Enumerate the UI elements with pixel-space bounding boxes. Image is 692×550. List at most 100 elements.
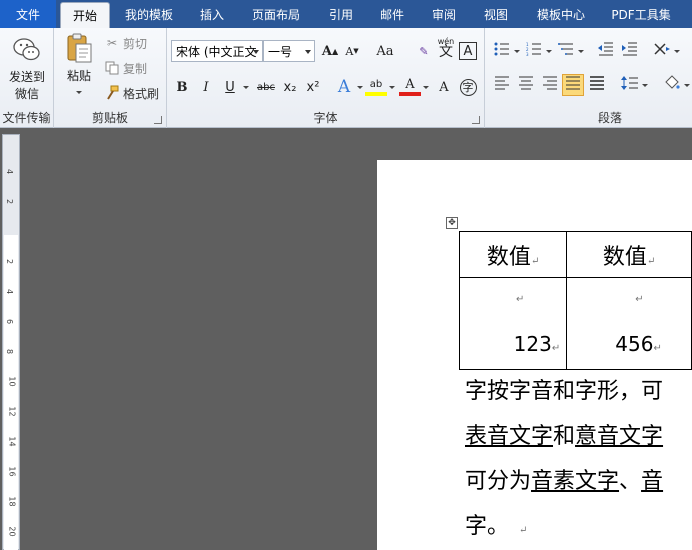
table-row: ↵ 123↵ ↵ 456↵ — [458, 277, 692, 370]
send-to-wechat-button[interactable]: 发送到 微信 — [6, 36, 48, 103]
bold-button[interactable]: B — [171, 76, 193, 98]
font-color-button[interactable]: A — [399, 76, 421, 96]
format-painter-label: 格式刷 — [123, 86, 160, 101]
ruler-number: 4 — [5, 168, 15, 175]
paragraph-mark: ↵ — [530, 255, 540, 267]
paste-button[interactable]: 粘贴 — [62, 32, 96, 94]
highlight-dropdown-arrow[interactable] — [389, 86, 395, 89]
tab-pdf-tools-label: PDF工具集 — [611, 7, 671, 22]
tab-insert[interactable]: 插入 — [188, 0, 236, 28]
shrink-font-glyph: A — [345, 44, 354, 58]
font-name-dropdown-arrow[interactable] — [253, 50, 259, 54]
subscript-glyph: x₂ — [283, 79, 297, 95]
justify-button[interactable] — [562, 74, 584, 96]
numbering-button[interactable]: 123 — [523, 40, 545, 62]
tab-view[interactable]: 视图 — [470, 0, 522, 28]
superscript-button[interactable]: x² — [302, 76, 324, 98]
table-cell[interactable]: ↵ 123↵ — [458, 277, 568, 370]
font-size-combo[interactable]: 一号 — [263, 40, 315, 62]
tab-my-templates[interactable]: 我的模板 — [110, 0, 188, 28]
text-effect-dropdown-arrow[interactable] — [357, 86, 363, 89]
italic-glyph: I — [203, 79, 209, 95]
strikethrough-glyph: abc — [257, 81, 275, 93]
distributed-button[interactable] — [586, 74, 608, 96]
format-painter-button[interactable]: 格式刷 — [104, 82, 159, 104]
table-header-text: 数值 — [486, 244, 531, 270]
tab-home-label: 开始 — [72, 9, 97, 23]
font-color-dropdown-arrow[interactable] — [423, 86, 429, 89]
italic-button[interactable]: I — [195, 76, 217, 98]
ruler-number: 2 — [5, 198, 15, 205]
shrink-font-button[interactable]: A ▼ — [341, 40, 363, 62]
subscript-button[interactable]: x₂ — [279, 76, 301, 98]
enclose-characters-button[interactable]: 字 — [457, 76, 479, 98]
cut-button[interactable]: ✂ 剪切 — [104, 32, 147, 54]
tab-file[interactable]: 文件 — [0, 0, 56, 28]
document-line-2[interactable]: 表音文字和意音文字 — [465, 422, 663, 452]
text-effect-button[interactable]: A — [333, 76, 355, 98]
underline-button[interactable]: U — [219, 76, 241, 98]
align-left-button[interactable] — [491, 74, 513, 96]
align-right-button[interactable] — [539, 74, 561, 96]
font-launcher[interactable] — [472, 116, 480, 124]
shading-dropdown-arrow[interactable] — [684, 84, 690, 87]
paste-dropdown-arrow[interactable] — [76, 91, 82, 94]
bullets-dropdown-arrow[interactable] — [514, 50, 520, 53]
clipboard-launcher[interactable] — [154, 116, 162, 124]
change-case-button[interactable]: Aa — [371, 40, 399, 62]
font-name-combo[interactable]: 宋体 (中文正文 — [171, 40, 263, 62]
tab-mailings[interactable]: 邮件 — [366, 0, 418, 28]
numbering-dropdown-arrow[interactable] — [546, 50, 552, 53]
line-spacing-icon — [621, 76, 639, 94]
underline-dropdown-arrow[interactable] — [243, 86, 249, 89]
paragraph-mark: ↵ — [646, 255, 656, 267]
tab-template-center[interactable]: 模板中心 — [522, 0, 600, 28]
grow-font-button[interactable]: A ▲ — [319, 40, 341, 62]
tab-home[interactable]: 开始 — [60, 2, 110, 28]
underline-glyph: U — [225, 79, 235, 95]
font-size-value: 一号 — [268, 44, 293, 59]
tab-review[interactable]: 审阅 — [418, 0, 470, 28]
send-wechat-label-1: 发送到 — [8, 70, 45, 84]
bullets-icon — [494, 42, 510, 60]
chinese-layout-dropdown-arrow[interactable] — [674, 50, 680, 53]
line-spacing-dropdown-arrow[interactable] — [642, 84, 648, 87]
tab-references[interactable]: 引用 — [316, 0, 366, 28]
document-line-3[interactable]: 可分为音素文字、音 — [465, 467, 663, 497]
document-line-4[interactable]: 字。 ↵ — [465, 512, 527, 546]
phonetic-guide-char: 文 — [439, 44, 453, 60]
clear-formatting-button[interactable]: ✎ — [413, 40, 435, 62]
vertical-ruler[interactable]: 4 2 2 4 6 8 10 12 14 16 18 20 — [2, 134, 20, 550]
chinese-layout-button[interactable] — [651, 40, 673, 62]
send-wechat-label-2: 微信 — [14, 87, 39, 101]
tab-pdf-tools[interactable]: PDF工具集 — [600, 0, 682, 28]
line-spacing-button[interactable] — [619, 74, 641, 96]
character-border-button[interactable]: A — [459, 42, 477, 60]
table-cell[interactable]: ↵ 456↵ — [566, 277, 692, 370]
multilevel-list-dropdown-arrow[interactable] — [578, 50, 584, 53]
copy-button[interactable]: 复制 — [104, 57, 147, 79]
table-cell[interactable]: 数值↵ — [458, 231, 568, 278]
align-center-icon — [518, 76, 534, 94]
document-table[interactable]: 数值↵ 数值↵ ↵ 123↵ ↵ 456↵ — [458, 231, 692, 370]
clear-formatting-icon: ✎ — [419, 44, 429, 58]
increase-indent-button[interactable] — [619, 40, 641, 62]
bullets-button[interactable] — [491, 40, 513, 62]
font-name-value: 宋体 (中文正文 — [176, 44, 257, 59]
decrease-indent-button[interactable] — [595, 40, 617, 62]
tab-page-layout[interactable]: 页面布局 — [236, 0, 316, 28]
cut-label: 剪切 — [123, 36, 148, 51]
table-cell[interactable]: 数值↵ — [566, 231, 692, 278]
strikethrough-button[interactable]: abc — [253, 76, 279, 98]
table-move-handle-icon[interactable]: ✥ — [446, 217, 458, 229]
highlight-button[interactable]: ab — [365, 76, 387, 96]
group-clipboard: 粘贴 ✂ 剪切 复制 格式刷 剪贴板 — [54, 28, 167, 128]
phonetic-guide-button[interactable]: wén 文 — [435, 36, 457, 60]
shading-button[interactable] — [661, 74, 683, 96]
character-shading-glyph: A — [439, 79, 449, 95]
align-center-button[interactable] — [515, 74, 537, 96]
character-shading-button[interactable]: A — [433, 76, 455, 98]
document-line-1[interactable]: 字按字音和字形，可 — [465, 377, 663, 407]
font-size-dropdown-arrow[interactable] — [305, 50, 311, 54]
multilevel-list-button[interactable] — [555, 40, 577, 62]
